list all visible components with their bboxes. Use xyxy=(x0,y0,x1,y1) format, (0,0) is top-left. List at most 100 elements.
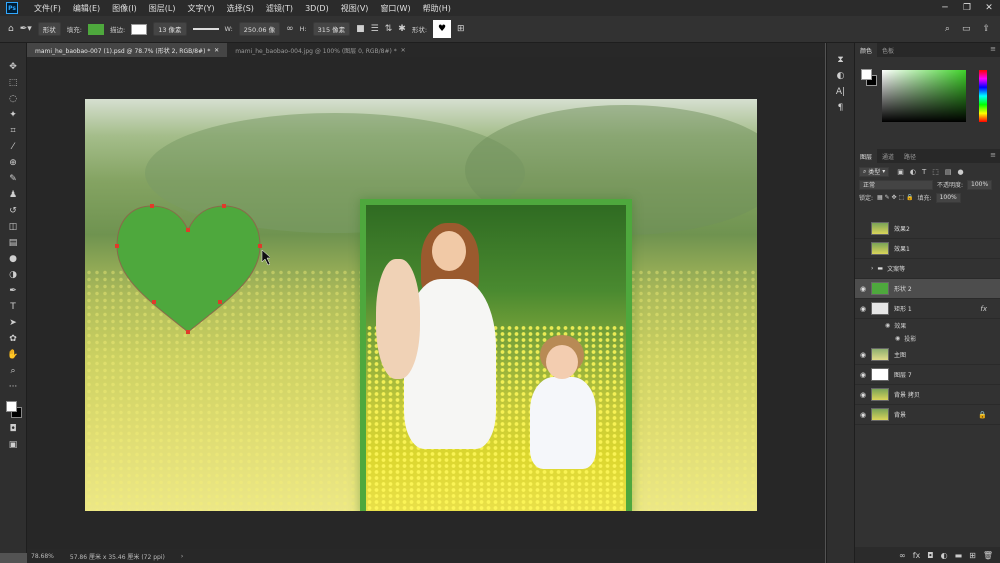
eye-icon[interactable]: ◉ xyxy=(855,371,871,379)
fx-badge[interactable]: fx xyxy=(980,305,987,313)
brush-tool-icon[interactable]: ✎ xyxy=(6,171,20,187)
layer-row[interactable]: ◉ 主图 xyxy=(855,345,1000,365)
filter-type-icon[interactable]: T xyxy=(922,168,926,176)
menu-view[interactable]: 视图(V) xyxy=(335,3,375,14)
crop-tool-icon[interactable]: ⌗ xyxy=(6,123,20,139)
more-tools-icon[interactable]: ··· xyxy=(6,379,20,395)
layer-row[interactable]: ◉ 矩形 1 fx xyxy=(855,299,1000,319)
marquee-tool-icon[interactable]: ⬚ xyxy=(6,75,20,91)
path-operations-icon[interactable]: ■ xyxy=(356,20,365,38)
color-picker-field[interactable] xyxy=(882,70,966,122)
path-alignment-icon[interactable]: ☰ xyxy=(371,20,379,38)
adjustments-panel-icon[interactable]: ◐ xyxy=(837,71,845,81)
fill-input[interactable]: 100% xyxy=(935,192,961,203)
eye-icon[interactable]: ◉ xyxy=(855,305,871,313)
heart-shape-picker[interactable]: ♥ xyxy=(433,20,452,38)
eye-icon[interactable]: ◉ xyxy=(855,285,871,293)
paragraph-panel-icon[interactable]: ¶ xyxy=(838,103,844,113)
tab-color[interactable]: 颜色 xyxy=(855,43,878,57)
eye-icon[interactable]: ◉ xyxy=(855,411,871,419)
restore-icon[interactable]: ❐ xyxy=(956,3,978,13)
blend-mode-select[interactable]: 正常 xyxy=(859,179,933,190)
panel-menu-icon[interactable]: ≡ xyxy=(990,45,996,53)
menu-3d[interactable]: 3D(D) xyxy=(299,4,335,13)
workspace-icon[interactable]: ▭ xyxy=(962,20,971,38)
height-input[interactable]: 315 像素 xyxy=(312,22,351,36)
delete-layer-icon[interactable]: 🗑 xyxy=(983,551,993,560)
dodge-tool-icon[interactable]: ◑ xyxy=(6,267,20,283)
foreground-color[interactable] xyxy=(6,401,17,412)
minimize-icon[interactable]: ─ xyxy=(934,3,956,13)
stroke-type-select[interactable] xyxy=(192,28,219,30)
tab-paths[interactable]: 路径 xyxy=(899,149,921,163)
menu-filter[interactable]: 滤镜(T) xyxy=(260,3,299,14)
filter-smart-object-icon[interactable]: ▤ xyxy=(945,168,952,176)
lasso-tool-icon[interactable]: ◌ xyxy=(6,91,20,107)
document-canvas[interactable] xyxy=(85,99,757,511)
eraser-tool-icon[interactable]: ◫ xyxy=(6,219,20,235)
link-icon[interactable]: ∞ xyxy=(286,20,294,38)
width-input[interactable]: 250.06 像 xyxy=(238,22,281,36)
pen-tool-preset-icon[interactable]: ✒▾ xyxy=(20,20,32,38)
menu-select[interactable]: 选择(S) xyxy=(221,3,260,14)
fill-swatch[interactable] xyxy=(87,23,104,35)
drop-shadow-effect-row[interactable]: ◉ 投影 xyxy=(855,332,1000,345)
menu-edit[interactable]: 编辑(E) xyxy=(67,3,106,14)
gradient-tool-icon[interactable]: ▤ xyxy=(6,235,20,251)
green-photo-frame[interactable] xyxy=(360,199,632,511)
magic-wand-tool-icon[interactable]: ✦ xyxy=(6,107,20,123)
close-icon[interactable]: ✕ xyxy=(214,47,219,54)
layer-row[interactable]: ◉ 背景 🔒 xyxy=(855,405,1000,425)
layer-group-row[interactable]: › ▬ 文案等 xyxy=(855,259,1000,279)
color-swatches[interactable] xyxy=(4,399,22,421)
link-layers-icon[interactable]: ∞ xyxy=(899,551,906,560)
stroke-size-input[interactable]: 13 像素 xyxy=(153,22,187,36)
character-panel-icon[interactable]: A| xyxy=(836,87,845,97)
filter-adjustment-icon[interactable]: ◐ xyxy=(910,168,916,176)
layer-filter-select[interactable]: ⌕ 类型 ▾ xyxy=(859,166,890,177)
eyedropper-tool-icon[interactable]: ⁄ xyxy=(6,139,20,155)
layer-row[interactable]: 效果2 xyxy=(855,219,1000,239)
tab-layers[interactable]: 图层 xyxy=(855,149,878,163)
screen-mode-icon[interactable]: ▣ xyxy=(6,437,20,453)
canvas-area[interactable] xyxy=(27,57,825,549)
filter-pixel-icon[interactable]: ▣ xyxy=(897,168,904,176)
layer-row[interactable]: ◉ 背景 拷贝 xyxy=(855,385,1000,405)
history-brush-tool-icon[interactable]: ↺ xyxy=(6,203,20,219)
quick-mask-icon[interactable]: ◘ xyxy=(6,421,20,437)
pen-tool-icon[interactable]: ✒ xyxy=(6,283,20,299)
align-edges-icon[interactable]: ⊞ xyxy=(457,20,465,38)
gear-icon[interactable]: ✱ xyxy=(398,20,406,38)
eye-icon[interactable]: ◉ xyxy=(855,391,871,399)
zoom-tool-icon[interactable]: ⌕ xyxy=(6,363,20,379)
stroke-swatch[interactable] xyxy=(131,23,148,35)
lock-icons[interactable]: ▦ ✎ ✥ ⬚ 🔒 xyxy=(877,194,914,201)
tab-swatches[interactable]: 色板 xyxy=(877,43,899,57)
opacity-input[interactable]: 100% xyxy=(967,179,993,190)
new-layer-icon[interactable]: ⊞ xyxy=(969,551,976,560)
lock-icon[interactable]: 🔒 xyxy=(978,411,987,419)
heart-shape[interactable] xyxy=(114,200,270,340)
history-panel-icon[interactable]: ⧗ xyxy=(837,55,843,65)
foreground-color[interactable] xyxy=(861,69,872,80)
filter-toggle-icon[interactable]: ● xyxy=(958,168,964,176)
zoom-level[interactable]: 78.68% xyxy=(31,553,54,560)
layer-row-selected[interactable]: ◉ 形状 2 xyxy=(855,279,1000,299)
path-arrangement-icon[interactable]: ⇅ xyxy=(385,20,393,38)
hand-tool-icon[interactable]: ✋ xyxy=(6,347,20,363)
new-group-icon[interactable]: ▬ xyxy=(955,551,963,560)
menu-type[interactable]: 文字(Y) xyxy=(181,3,220,14)
menu-layer[interactable]: 图层(L) xyxy=(143,3,182,14)
path-selection-tool-icon[interactable]: ➤ xyxy=(6,315,20,331)
add-mask-icon[interactable]: ◘ xyxy=(927,551,933,560)
tool-mode-select[interactable]: 形状 xyxy=(37,22,61,36)
menu-file[interactable]: 文件(F) xyxy=(28,3,67,14)
layer-effects-row[interactable]: ◉ 效果 xyxy=(855,319,1000,332)
share-icon[interactable]: ⇪ xyxy=(982,20,990,38)
menu-help[interactable]: 帮助(H) xyxy=(417,3,457,14)
menu-window[interactable]: 窗口(W) xyxy=(374,3,416,14)
layer-row[interactable]: 效果1 xyxy=(855,239,1000,259)
type-tool-icon[interactable]: T xyxy=(6,299,20,315)
blur-tool-icon[interactable]: ● xyxy=(6,251,20,267)
tab-channels[interactable]: 通道 xyxy=(877,149,899,163)
